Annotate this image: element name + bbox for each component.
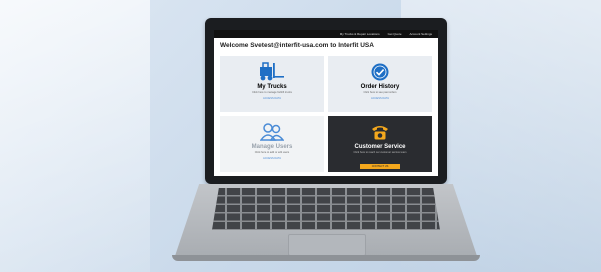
- tile-title: My Trucks: [257, 84, 287, 90]
- tile-subtitle: Click here to see past orders: [363, 91, 397, 94]
- nav-item-quote[interactable]: Get Quote: [388, 32, 402, 36]
- tile-title: Customer Service: [354, 144, 406, 150]
- tile-title: Order History: [360, 84, 400, 90]
- contact-us-button[interactable]: CONTACT US: [360, 164, 400, 169]
- tile-my-trucks[interactable]: My Trucks Click here to manage forklift …: [220, 56, 324, 112]
- telephone-icon: [372, 126, 388, 140]
- welcome-heading: Welcome Svetest@interfit-usa.com to Inte…: [220, 42, 374, 49]
- forklift-icon: [260, 62, 284, 81]
- tile-subtitle: Click here to manage forklift trucks: [252, 91, 292, 94]
- background-panel-left: [0, 0, 150, 272]
- check-circle-icon: [371, 63, 389, 81]
- tile-order-history[interactable]: Order History Click here to see past ord…: [328, 56, 432, 112]
- laptop-screen: My Trucks & Repair Locations Get Quote A…: [214, 30, 438, 176]
- laptop-base-edge: [172, 255, 480, 261]
- keyboard-rows: [212, 188, 440, 230]
- users-icon: [260, 123, 284, 141]
- laptop-touchpad: [288, 234, 366, 256]
- tile-subtitle: Click here to reach our customer service…: [353, 151, 407, 154]
- top-nav-bar: My Trucks & Repair Locations Get Quote A…: [214, 30, 438, 38]
- laptop-lid: My Trucks & Repair Locations Get Quote A…: [205, 18, 447, 184]
- tile-manage-users[interactable]: Manage Users Click here to add or edit u…: [220, 116, 324, 172]
- tile-link[interactable]: ACCESS DATA: [220, 157, 324, 160]
- nav-item-trucks[interactable]: My Trucks & Repair Locations: [340, 32, 380, 36]
- tile-subtitle: Click here to add or edit users: [254, 151, 290, 154]
- nav-item-account[interactable]: Account Settings: [409, 32, 432, 36]
- tile-link[interactable]: ACCESS DATA: [328, 97, 432, 100]
- tile-link[interactable]: ACCESS DATA: [220, 97, 324, 100]
- tile-customer-service[interactable]: Customer Service Click here to reach our…: [328, 116, 432, 172]
- tile-title: Manage Users: [251, 144, 293, 150]
